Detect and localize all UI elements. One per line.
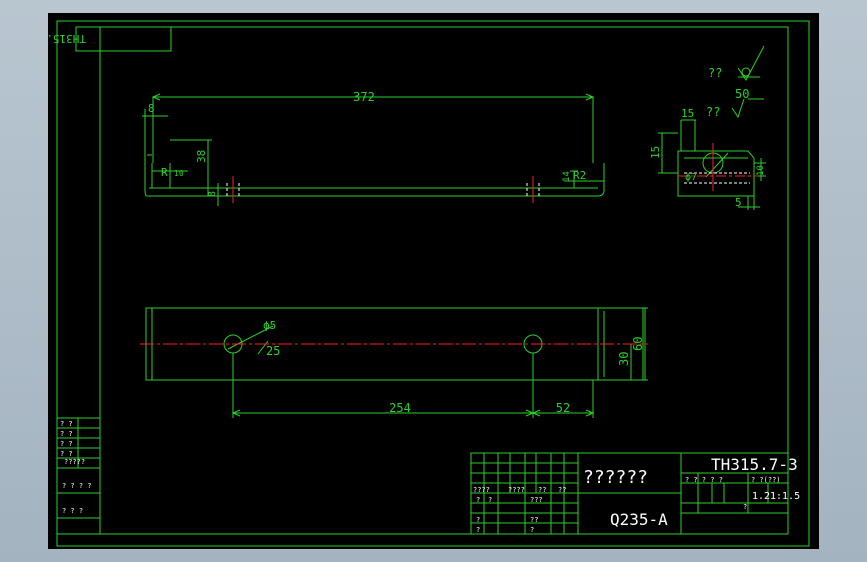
rev-cell-6: ? ? ? ? <box>62 482 92 490</box>
dim-14: 14 <box>562 171 572 182</box>
dim-38: 38 <box>195 150 208 163</box>
dim-372: 372 <box>353 90 375 104</box>
dim-R-small: 10 <box>174 169 184 178</box>
tb-cell-14: ? ?(??) <box>751 476 781 484</box>
inner-frame <box>99 26 789 535</box>
rev-cell-3: ? ? <box>60 440 73 448</box>
dim-60: 60 <box>631 337 645 351</box>
cad-viewport[interactable]: TH315.7-3 372 8 38 R 10 8 R2 14 ϕ5 25 25… <box>26 13 819 549</box>
tb-cell-9: ? <box>476 526 480 534</box>
dim-8-top: 8 <box>148 102 155 115</box>
tb-cell-5: ??? <box>530 496 543 504</box>
dim-10: 10 <box>756 165 766 176</box>
dim-R2: R2 <box>573 169 586 182</box>
mirrored-stamp-box <box>75 26 172 52</box>
dim-15-side: 15 <box>649 146 662 159</box>
dim-R-label: R <box>161 166 168 179</box>
dim-254: 254 <box>389 401 411 415</box>
tb-cell-7: ? <box>488 496 492 504</box>
mirrored-stamp-text: TH315.7-3 <box>48 32 86 45</box>
tb-cell-4: ?? <box>558 486 566 494</box>
drawing-canvas: TH315.7-3 372 8 38 R 10 8 R2 14 ϕ5 25 25… <box>26 20 810 547</box>
rev-cell-7: ? ? ? <box>62 507 83 515</box>
tb-cell-11: ?? <box>530 516 538 524</box>
dim-52: 52 <box>556 401 570 415</box>
surface-roughness: 50 <box>735 87 749 101</box>
scale-2: 1:1.5 <box>770 491 800 502</box>
tb-cell-10: ? <box>530 526 534 534</box>
tb-cell-13: ? ? ? ? ? <box>685 476 723 484</box>
part-name: ?????? <box>583 467 648 488</box>
tb-cell-3: ?? <box>538 486 546 494</box>
dim-15-top: 15 <box>681 107 694 120</box>
drawing-number: TH315.7-3 <box>711 455 798 474</box>
tb-cell-1: ???? <box>473 486 490 494</box>
rev-cell-4: ? ? <box>60 450 73 458</box>
tb-cell-2: ???? <box>508 486 525 494</box>
rev-cell-5: ????? <box>64 458 85 466</box>
dim-hole-depth: 25 <box>266 344 280 358</box>
dim-hole-dia: ϕ5 <box>263 319 276 332</box>
tb-cell-6: ? <box>476 496 480 504</box>
surface-label-1: ?? <box>708 66 722 80</box>
tb-cell-12: ? <box>743 503 747 511</box>
dim-5: 5 <box>735 196 742 209</box>
rev-cell-2: ? ? <box>60 430 73 438</box>
dim-8-thickness: 8 <box>207 191 218 197</box>
outer-frame <box>56 20 810 547</box>
dim-phi7: ϕ7 <box>685 172 697 183</box>
hidden-lines <box>226 172 750 196</box>
material: Q235-A <box>610 510 668 529</box>
tb-cell-8: ? <box>476 516 480 524</box>
rev-cell-1: ? ? <box>60 420 73 428</box>
dim-30: 30 <box>617 352 631 366</box>
scale-1: 1.2 <box>752 491 770 502</box>
side-profile-view <box>142 93 605 206</box>
surface-label-2: ?? <box>706 105 720 119</box>
